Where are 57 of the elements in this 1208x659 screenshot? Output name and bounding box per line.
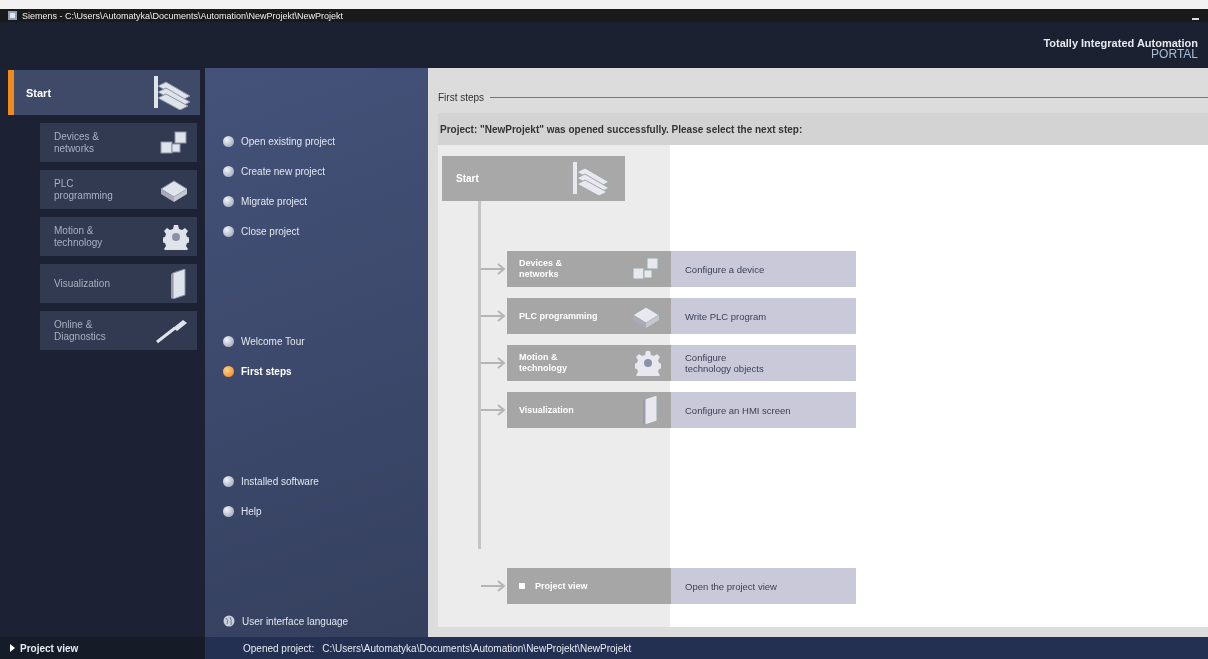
panel-icon xyxy=(169,268,189,299)
status-message: Project: "NewProjekt" was opened successfully. Please select the next step: xyxy=(440,123,803,135)
brand-subtitle: PORTAL xyxy=(1151,47,1198,61)
action-link[interactable]: Open existing project xyxy=(241,135,335,147)
project-view-button[interactable]: Project view xyxy=(0,637,205,659)
gear-icon xyxy=(163,223,189,250)
step-action: Configure an HMI screen xyxy=(684,404,791,416)
caret-icon xyxy=(10,644,15,652)
portal-tile[interactable]: Visualization xyxy=(40,264,197,303)
portal-label: Visualization xyxy=(519,404,574,416)
branch-arrow-icon xyxy=(481,262,507,276)
action-link[interactable]: User interface language xyxy=(242,615,349,627)
square-bullet-icon xyxy=(519,583,525,589)
branch-arrow-icon xyxy=(481,403,507,417)
step-card[interactable]: Devices & networks Configure a device xyxy=(507,251,856,287)
gear-icon xyxy=(635,350,661,376)
portal-tile[interactable]: PLC programming xyxy=(40,170,197,209)
panel-icon xyxy=(641,395,661,425)
branch-arrow-icon xyxy=(481,579,507,593)
portal-label: Motion & technology xyxy=(519,352,567,374)
portal-tile[interactable]: Online & Diagnostics xyxy=(40,311,197,350)
start-label: Start xyxy=(456,173,479,184)
brand-title: Totally Integrated Automation xyxy=(1043,37,1198,49)
portal-label: Devices & networks xyxy=(519,258,563,280)
cubes-icon xyxy=(631,256,661,282)
portal-label: PLC programming xyxy=(519,310,598,322)
portal-tile[interactable]: Devices & networks xyxy=(40,123,197,162)
action-link[interactable]: Migrate project xyxy=(241,195,308,207)
action-link[interactable]: First steps xyxy=(241,365,292,377)
action-link[interactable]: Installed software xyxy=(241,475,319,487)
branch-arrow-icon xyxy=(481,356,507,370)
screwdriver-icon xyxy=(155,317,189,344)
step-card[interactable]: Project view Open the project view xyxy=(507,568,856,604)
step-action: Configure technology objects xyxy=(684,352,764,374)
step-action: Open the project view xyxy=(684,580,777,592)
start-tile[interactable]: Start xyxy=(8,70,200,115)
step-card[interactable]: Visualization Configure an HMI screen xyxy=(507,392,856,428)
staircase-icon xyxy=(571,161,611,196)
step-action: Configure a device xyxy=(684,263,765,275)
section-title: First steps xyxy=(438,91,485,103)
step-action: Write PLC program xyxy=(684,310,767,322)
cubes-icon xyxy=(159,129,189,156)
step-card[interactable]: Motion & technology Configure technology objects xyxy=(507,345,856,381)
branch-arrow-icon xyxy=(481,309,507,323)
globe-icon xyxy=(223,615,235,627)
portal-tile[interactable]: Motion & technology xyxy=(40,217,197,256)
action-link[interactable]: Help xyxy=(241,505,262,517)
portal-label: Project view xyxy=(535,580,588,592)
action-link[interactable]: Close project xyxy=(241,225,300,237)
action-link[interactable]: Welcome Tour xyxy=(241,335,305,347)
window-title: Siemens - C:\Users\Automatyka\Documents\Automation\NewProjekt\NewProjekt xyxy=(22,10,345,21)
app-icon xyxy=(8,11,17,20)
staircase-icon xyxy=(152,75,192,110)
step-card[interactable]: PLC programming Write PLC program xyxy=(507,298,856,334)
action-link[interactable]: Create new project xyxy=(241,165,325,177)
project-path: C:\Users\Automatyka\Documents\Automation\NewProjekt\NewProjekt xyxy=(322,642,632,654)
opened-project-label: Opened project: xyxy=(243,642,315,654)
